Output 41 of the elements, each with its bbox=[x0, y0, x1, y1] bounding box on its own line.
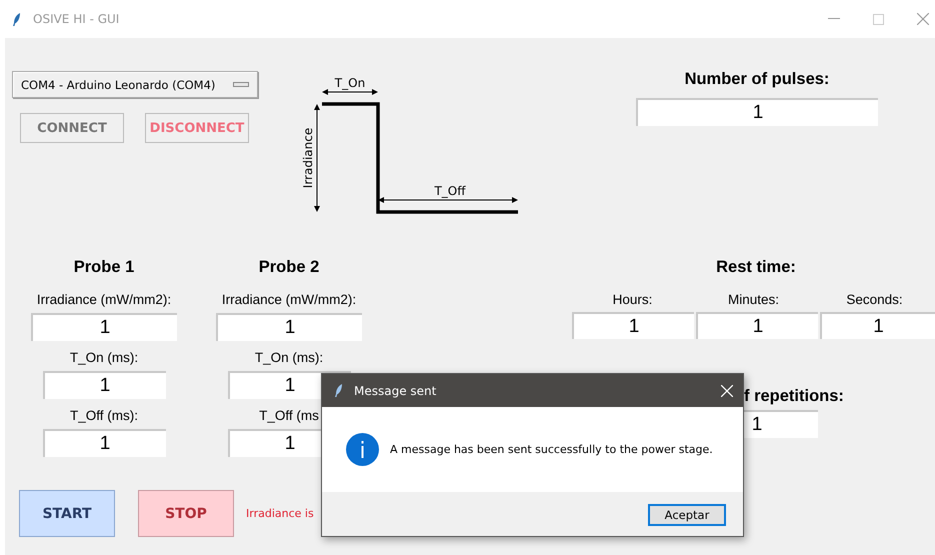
field-label: Irradiance (mW/mm2): bbox=[36, 291, 172, 308]
maximize-icon[interactable] bbox=[873, 14, 884, 24]
field-label: T_On (ms): bbox=[254, 349, 324, 366]
window-title: OSIVE HI - GUI bbox=[33, 12, 120, 26]
on-time-arrow bbox=[322, 89, 378, 95]
minimize-icon[interactable] bbox=[828, 18, 840, 20]
dropdown-indicator-icon bbox=[233, 82, 249, 87]
feather-icon bbox=[335, 384, 343, 397]
repetitions-label: f repetitions: bbox=[744, 386, 844, 407]
value-field[interactable]: 1 bbox=[42, 429, 166, 457]
field-label: T_On (ms): bbox=[70, 349, 138, 366]
time-unit-label: Hours: bbox=[612, 291, 654, 308]
probe-title: Probe 2 bbox=[258, 257, 320, 278]
port-dropdown[interactable]: COM4 - Arduino Leonardo (COM4) bbox=[12, 71, 258, 98]
time-unit-label: Minutes: bbox=[726, 291, 780, 308]
field-label: Irradiance (mW/mm2): bbox=[222, 291, 356, 308]
stop-button[interactable]: STOP bbox=[138, 490, 234, 537]
dialog-title: Message sent bbox=[354, 384, 436, 398]
off-time-label: T_Off bbox=[434, 184, 466, 198]
status-message: Irradiance is bbox=[246, 507, 314, 520]
field-label: T_Off (ms bbox=[259, 407, 319, 424]
info-icon bbox=[346, 433, 379, 466]
start-button[interactable]: START bbox=[19, 490, 115, 537]
value-field[interactable]: 1 bbox=[42, 371, 166, 399]
rest-time-label: Rest time: bbox=[715, 257, 797, 278]
time-field[interactable]: 1 bbox=[820, 312, 935, 339]
irradiance-axis-label: Irradiance bbox=[301, 128, 315, 188]
time-unit-label: Seconds: bbox=[845, 291, 904, 308]
on-time-label: T_On bbox=[334, 76, 366, 90]
feather-icon bbox=[13, 12, 21, 26]
time-field[interactable]: 1 bbox=[572, 312, 694, 339]
probe-title: Probe 1 bbox=[74, 257, 134, 278]
connect-button[interactable]: CONNECT bbox=[20, 113, 124, 143]
value-field[interactable]: 1 bbox=[31, 313, 177, 341]
pulses-label: Number of pulses: bbox=[684, 69, 830, 90]
pulses-field[interactable]: 1 bbox=[636, 98, 878, 126]
value-field[interactable]: 1 bbox=[216, 313, 362, 341]
accept-button[interactable]: Aceptar bbox=[648, 504, 726, 526]
time-field[interactable]: 1 bbox=[696, 312, 818, 339]
dialog-message: A message has been sent successfully to the power stage. bbox=[390, 443, 713, 456]
field-label: T_Off (ms): bbox=[70, 407, 138, 424]
